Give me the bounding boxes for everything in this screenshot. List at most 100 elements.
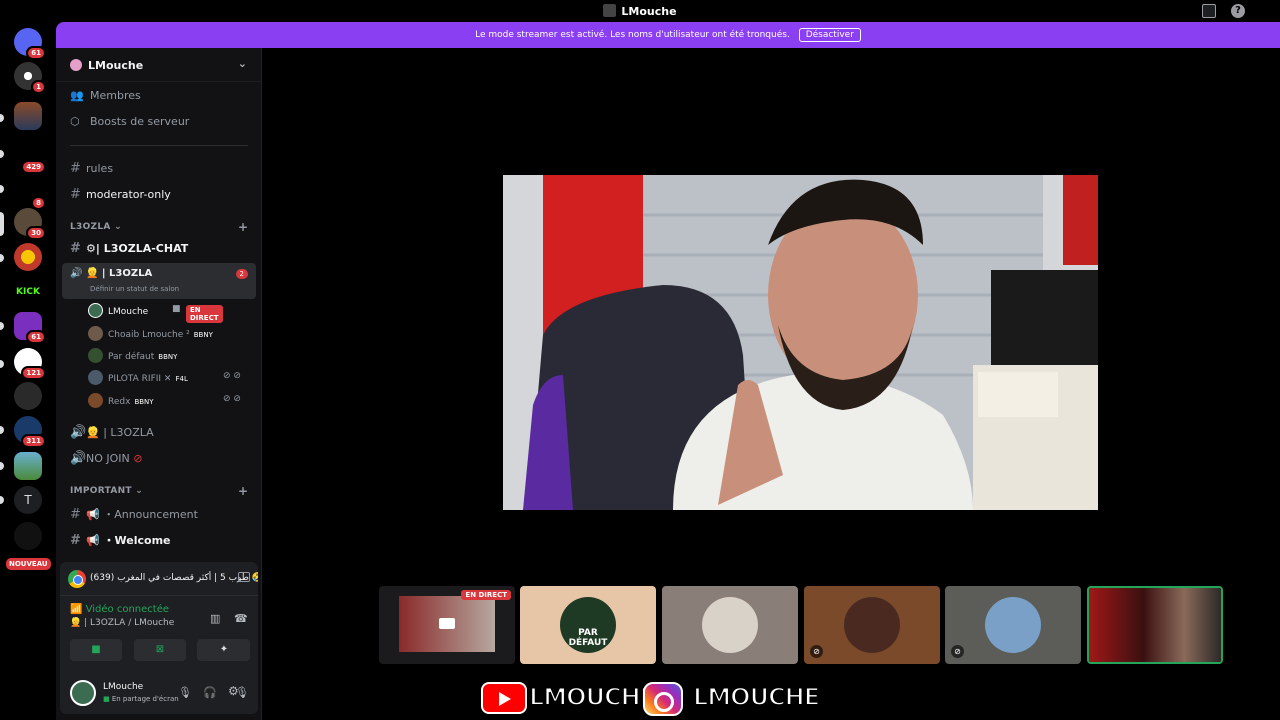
- muted-deafened-icon: ⊘ ⊘: [223, 394, 241, 404]
- voice-channel-no-join[interactable]: 🔊NO JOIN ⊘: [68, 447, 254, 469]
- camera-button[interactable]: ■: [70, 639, 122, 661]
- category-l3ozla[interactable]: L3OZLA ⌄ +: [70, 220, 248, 234]
- participant-tile[interactable]: ⊘: [804, 586, 940, 664]
- server-icon[interactable]: 429: [14, 142, 46, 174]
- screen-share-button[interactable]: ⊠: [134, 639, 186, 661]
- activity-row[interactable]: (639) طوب 5 | أكثر قصصات في المغرب 🤣🤣 - …: [60, 562, 258, 596]
- speaker-icon: 🔊: [70, 451, 87, 466]
- new-badge[interactable]: NOUVEAU: [6, 558, 51, 570]
- title-bar: LMouche ?: [0, 0, 1280, 22]
- channel-l3ozla-chat[interactable]: # ⚙| L3OZLA-CHAT: [68, 237, 254, 259]
- boost-icon: ⬡: [70, 115, 80, 128]
- disable-streamer-mode-button[interactable]: Désactiver: [798, 28, 861, 42]
- unread-pill: [0, 496, 4, 504]
- server-icon[interactable]: 61: [14, 312, 46, 344]
- voice-channel-active[interactable]: 🔊 👱 | L3OZLA Définir un statut de salon …: [62, 263, 256, 299]
- banner-text: Le mode streamer est activé. Les noms d'…: [475, 30, 790, 40]
- channel-welcome[interactable]: # 📢 ・Welcome: [68, 528, 254, 550]
- participant-tile-speaking[interactable]: [1087, 586, 1223, 664]
- deafened-icon: ⊘: [951, 645, 964, 658]
- disconnect-icon[interactable]: ☎: [234, 612, 248, 625]
- participant-tile[interactable]: [662, 586, 798, 664]
- add-channel-icon[interactable]: +: [238, 220, 248, 234]
- avatar: [88, 303, 103, 318]
- unread-badge: 429: [21, 160, 46, 174]
- server-icon[interactable]: 1: [14, 62, 46, 94]
- settings-gear-icon[interactable]: ⚙: [228, 684, 239, 698]
- channel-rules[interactable]: # rules: [68, 157, 254, 179]
- voice-user[interactable]: PILOTA RIFII ✕ F4L ⊘ ⊘: [88, 370, 241, 388]
- server-header[interactable]: LMouche ⌄: [56, 48, 261, 82]
- participant-tile[interactable]: PAR DÉFAUT: [520, 586, 656, 664]
- server-icon[interactable]: [14, 522, 42, 550]
- server-boosts-link[interactable]: ⬡ Boosts de serveur: [70, 115, 189, 128]
- channel-announcement[interactable]: # 📢 ・Announcement: [68, 502, 254, 524]
- video-connected-status: 📶 Vidéo connectée: [70, 604, 170, 615]
- channel-moderator-only[interactable]: # moderator-only: [68, 183, 254, 205]
- avatar: [702, 597, 758, 653]
- voice-status[interactable]: Définir un statut de salon: [90, 285, 179, 293]
- unread-pill: [0, 254, 4, 262]
- server-icon[interactable]: 8: [14, 178, 46, 210]
- person-emoji-icon: 👱: [70, 618, 85, 628]
- user-avatar[interactable]: [70, 680, 96, 706]
- add-channel-icon[interactable]: +: [238, 484, 248, 498]
- unread-badge: 30: [26, 226, 46, 240]
- headset-icon[interactable]: 🎧: [203, 686, 217, 699]
- server-icon[interactable]: 121: [14, 348, 46, 380]
- hash-icon: #: [70, 241, 81, 256]
- participant-tile-live[interactable]: EN DIRECT: [379, 586, 515, 664]
- hash-icon: #: [70, 533, 81, 548]
- voice-user[interactable]: LMouche ■ EN DIRECT: [88, 303, 223, 323]
- avatar: [844, 597, 900, 653]
- screen-share-status-icon: ■: [103, 695, 112, 703]
- server-tag: BBNY: [158, 353, 178, 361]
- selected-pill: [0, 212, 4, 236]
- server-t-icon[interactable]: T: [14, 486, 42, 514]
- divider: [70, 145, 248, 146]
- hash-icon: #: [70, 161, 81, 176]
- person-emoji-icon: 👱: [85, 268, 102, 279]
- live-badge: EN DIRECT: [461, 590, 511, 600]
- app-icon: [603, 4, 617, 17]
- user-name[interactable]: LMouche: [103, 682, 143, 692]
- chrome-icon: [68, 570, 86, 588]
- megaphone-icon: 📢: [86, 534, 104, 547]
- server-icon[interactable]: [14, 243, 42, 271]
- members-link[interactable]: 👥 Membres: [70, 89, 141, 102]
- category-important[interactable]: IMPORTANT ⌄ +: [70, 484, 248, 498]
- youtube-handle: LMOUCHE: [528, 682, 657, 712]
- stream-video[interactable]: [503, 175, 1098, 510]
- inbox-icon[interactable]: [1202, 4, 1216, 18]
- instagram-logo-icon: [643, 682, 683, 716]
- unread-badge: 121: [21, 366, 46, 380]
- server-icon[interactable]: [14, 382, 42, 410]
- server-icon[interactable]: 30: [14, 208, 46, 240]
- server-tag: BBNY: [193, 331, 213, 339]
- webcam-thumbnail: [1089, 588, 1221, 662]
- unread-badge: 61: [26, 330, 46, 344]
- server-icon[interactable]: [14, 102, 42, 130]
- hash-icon: #: [70, 507, 81, 522]
- help-icon[interactable]: ?: [1231, 4, 1245, 18]
- video-icon: ■: [172, 304, 181, 314]
- direct-messages-icon[interactable]: 61: [14, 28, 46, 60]
- voice-user[interactable]: Choaib Lmouche ² BBNY: [88, 326, 213, 344]
- popout-icon[interactable]: [238, 572, 250, 582]
- kick-server-icon[interactable]: KICK: [14, 278, 42, 306]
- server-icon[interactable]: 311: [14, 416, 46, 448]
- avatar: [88, 393, 103, 408]
- voice-user[interactable]: Par défaut BBNY: [88, 348, 177, 366]
- connection-channel[interactable]: 👱 | L3OZLA / LMouche: [70, 618, 174, 628]
- noise-suppression-icon[interactable]: ▥: [210, 612, 220, 625]
- voice-channel[interactable]: 🔊👱 | L3OZLA: [68, 421, 254, 443]
- deafened-icon: ⊘: [810, 645, 823, 658]
- avatar: [88, 348, 103, 363]
- soundboard-button-visible[interactable]: ✦: [198, 639, 250, 661]
- mic-button[interactable]: 🎙: [178, 686, 192, 699]
- participant-tile[interactable]: ⊘: [945, 586, 1081, 664]
- youtube-logo-icon: [481, 682, 527, 714]
- chevron-down-icon: ⌄: [237, 57, 247, 70]
- voice-user[interactable]: Redx BBNY ⊘ ⊘: [88, 393, 241, 411]
- server-icon[interactable]: [14, 452, 42, 480]
